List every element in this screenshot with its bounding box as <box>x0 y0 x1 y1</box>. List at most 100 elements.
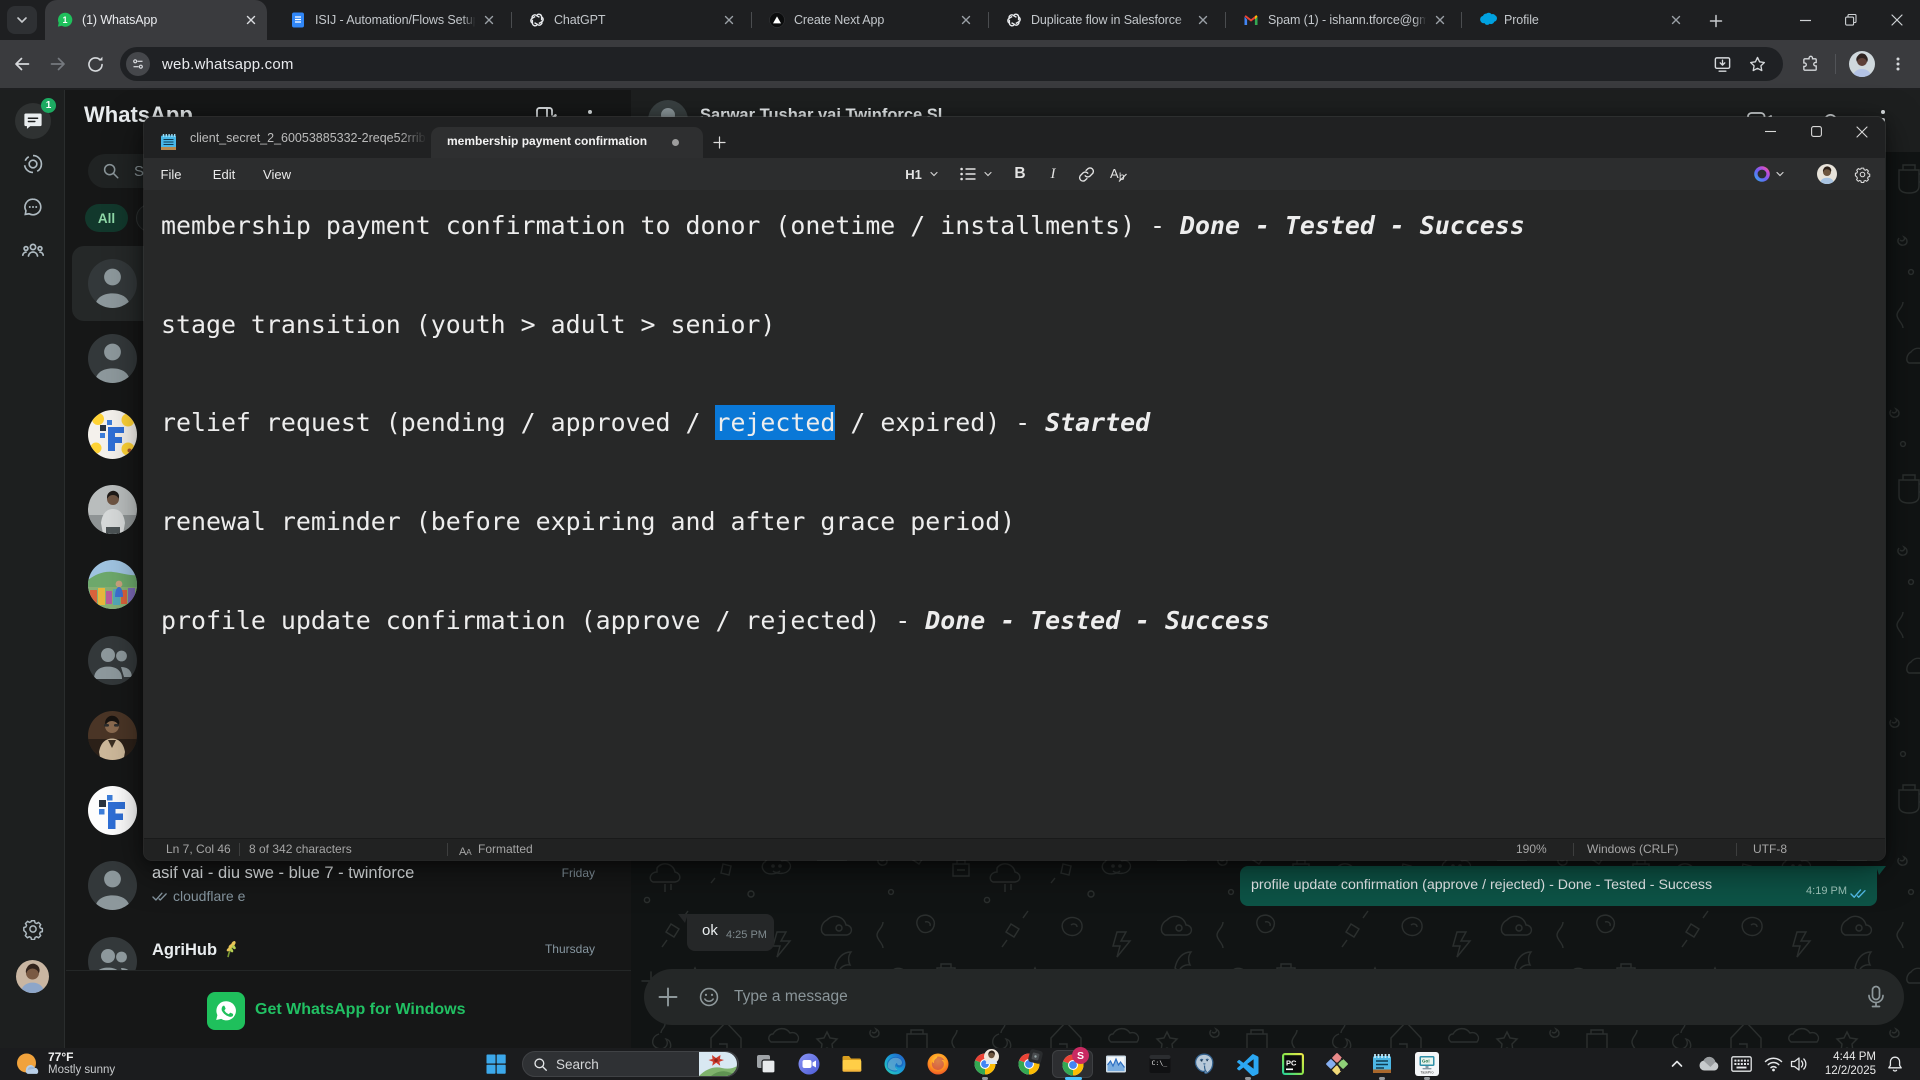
touch-keyboard-icon[interactable] <box>1731 1056 1752 1072</box>
italic-button[interactable]: I <box>1039 162 1067 186</box>
weather-temp: 77°F <box>48 1051 115 1064</box>
copilot-button[interactable] <box>1751 162 1787 186</box>
attach-plus-icon[interactable] <box>657 986 679 1008</box>
tab-duplicate-flow[interactable]: Duplicate flow in Salesforce <box>994 0 1219 40</box>
notepad-minimize-button[interactable] <box>1747 117 1793 146</box>
tab-search-button[interactable] <box>7 6 37 34</box>
message-composer[interactable]: Type a message <box>644 969 1904 1025</box>
install-app-icon[interactable] <box>1713 55 1732 74</box>
tab-gmail-spam[interactable]: Spam (1) - ishann.tforce@gmai <box>1231 0 1456 40</box>
tab-isij-flows[interactable]: ISIJ - Automation/Flows Setup <box>278 0 505 40</box>
openai-favicon <box>1006 12 1022 28</box>
incoming-message-bubble[interactable]: ok 4:25 PM <box>687 914 774 951</box>
postgresql-icon[interactable] <box>1192 1052 1216 1076</box>
tab-chatgpt[interactable]: ChatGPT <box>517 0 745 40</box>
chrome-profile-1-icon[interactable] <box>973 1052 997 1076</box>
terminal-icon[interactable]: C:\_ <box>1148 1052 1172 1076</box>
taskpro-icon[interactable]: Go!TaskPro <box>1415 1052 1439 1076</box>
profile-avatar[interactable] <box>16 960 49 993</box>
account-avatar[interactable] <box>1817 164 1837 184</box>
weather-widget[interactable]: 77°F Mostly sunny <box>14 1050 214 1078</box>
bold-button[interactable]: B <box>1006 162 1034 186</box>
menu-file[interactable]: File <box>152 158 190 190</box>
notepad-editor[interactable]: membership payment confirmation to donor… <box>144 190 1885 838</box>
gmail-favicon <box>1243 12 1259 28</box>
get-whatsapp-banner[interactable]: Get WhatsApp for Windows <box>66 970 631 1048</box>
notepad-tab-active[interactable]: membership payment confirmation <box>431 127 703 158</box>
tab-close-icon[interactable] <box>1432 12 1448 28</box>
tab-close-icon[interactable] <box>958 12 974 28</box>
chat-app-icon[interactable] <box>797 1052 821 1076</box>
notepad-close-button[interactable] <box>1839 117 1885 146</box>
firefox-icon[interactable] <box>926 1052 950 1076</box>
notepad-statusbar: Ln 7, Col 46 8 of 342 characters AA Form… <box>144 838 1885 860</box>
back-button[interactable] <box>8 50 36 78</box>
profile-avatar[interactable] <box>1849 51 1875 77</box>
message-time: 4:19 PM <box>1806 885 1847 897</box>
notepad-maximize-button[interactable] <box>1793 117 1839 146</box>
edge-icon[interactable] <box>883 1052 907 1076</box>
outgoing-message-bubble[interactable]: profile update confirmation (approve / r… <box>1240 866 1877 906</box>
tab-close-icon[interactable] <box>1195 12 1211 28</box>
start-button[interactable] <box>484 1052 508 1076</box>
notepad-tab-inactive[interactable]: client_secret_2_60053885332-2reqe52rribc <box>190 131 427 145</box>
forward-button[interactable] <box>44 50 72 78</box>
browser-minimize-button[interactable] <box>1782 0 1828 40</box>
notepad-app-icon[interactable] <box>1370 1052 1394 1076</box>
weather-icon <box>14 1051 41 1078</box>
new-tab-button[interactable] <box>1703 8 1729 34</box>
status-tab[interactable] <box>15 146 51 182</box>
chrome-profile-s-active[interactable]: S <box>1052 1050 1093 1078</box>
diagram-tool-icon[interactable] <box>1325 1052 1349 1076</box>
tab-profile[interactable]: Profile <box>1467 0 1692 40</box>
menu-view[interactable]: View <box>258 158 296 190</box>
address-bar[interactable]: web.whatsapp.com <box>120 47 1783 81</box>
tab-create-next-app[interactable]: Create Next App <box>757 0 982 40</box>
menu-edit[interactable]: Edit <box>205 158 243 190</box>
onedrive-icon[interactable] <box>1698 1056 1720 1071</box>
tab-whatsapp[interactable]: 1 (1) WhatsApp <box>45 0 267 40</box>
channels-tab[interactable] <box>15 189 51 225</box>
file-explorer-icon[interactable] <box>840 1052 864 1076</box>
url-text[interactable]: web.whatsapp.com <box>162 56 294 73</box>
mic-icon[interactable] <box>1866 985 1886 1009</box>
zoom-level[interactable]: 190% <box>1516 842 1547 856</box>
notepad-settings-icon[interactable] <box>1847 162 1877 186</box>
tab-close-icon[interactable] <box>1668 12 1684 28</box>
settings-button[interactable] <box>15 911 51 947</box>
chats-tab[interactable]: 1 <box>15 103 51 139</box>
wifi-icon[interactable] <box>1764 1056 1783 1072</box>
list-style-dropdown[interactable] <box>952 162 1000 186</box>
browser-menu-icon[interactable] <box>1884 50 1912 78</box>
tray-clock[interactable]: 4:44 PM 12/2/2025 <box>1825 1050 1876 1078</box>
reload-button[interactable] <box>81 50 109 78</box>
browser-close-button[interactable] <box>1874 0 1920 40</box>
tab-close-icon[interactable] <box>481 12 497 28</box>
communities-tab[interactable] <box>15 232 51 268</box>
task-manager-icon[interactable] <box>1104 1052 1128 1076</box>
vscode-icon[interactable] <box>1236 1052 1260 1076</box>
taskbar-search[interactable]: Search <box>522 1051 739 1077</box>
bookmark-star-icon[interactable] <box>1748 55 1767 74</box>
chrome-profile-2-icon[interactable] <box>1017 1052 1041 1076</box>
link-button[interactable] <box>1072 162 1100 186</box>
task-view-button[interactable] <box>754 1052 778 1076</box>
emoji-icon[interactable] <box>698 986 720 1008</box>
site-settings-icon[interactable] <box>126 52 150 76</box>
char-count: 8 of 342 characters <box>249 842 352 856</box>
browser-restore-button[interactable] <box>1828 0 1874 40</box>
tab-close-icon[interactable] <box>721 12 737 28</box>
volume-icon[interactable] <box>1790 1056 1808 1072</box>
filter-all[interactable]: All <box>85 204 128 232</box>
tray-expand-chevron[interactable] <box>1668 1055 1686 1073</box>
search-label: Search <box>556 1057 599 1072</box>
notification-bell-icon[interactable] <box>1886 1055 1904 1073</box>
notepad-titlebar[interactable]: client_secret_2_60053885332-2reqe52rribc… <box>144 117 1885 158</box>
clear-formatting-button[interactable]: Ab <box>1105 162 1133 186</box>
notepad-new-tab-button[interactable] <box>710 133 728 151</box>
heading-style-dropdown[interactable]: H1 <box>900 162 944 186</box>
pycharm-icon[interactable]: PC <box>1281 1052 1305 1076</box>
extensions-icon[interactable] <box>1796 50 1824 78</box>
svg-text:A: A <box>466 847 472 856</box>
tab-close-icon[interactable] <box>243 12 259 28</box>
